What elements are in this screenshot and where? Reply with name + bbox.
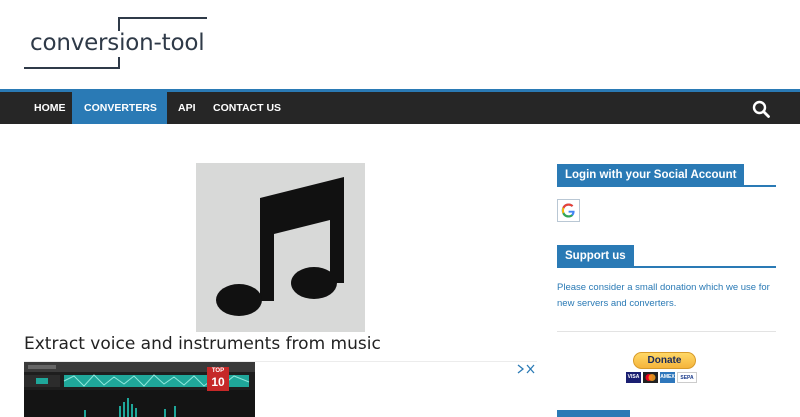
ad-banner[interactable]: TOP 10: [24, 361, 537, 417]
login-widget-underline: [557, 185, 776, 187]
mastercard-icon: [643, 372, 658, 383]
top10-badge: TOP 10: [207, 367, 229, 391]
nav-contact-us[interactable]: CONTACT US: [201, 92, 293, 124]
visa-card-icon: VISA: [626, 372, 641, 383]
ad-choices-icon[interactable]: [517, 364, 535, 374]
support-text: Please consider a small donation which w…: [557, 282, 770, 309]
support-widget-underline: [557, 266, 776, 268]
sepa-card-icon: SEPA: [677, 372, 697, 383]
chevron-down-icon: [89, 132, 99, 142]
site-logo[interactable]: conversion-tool: [24, 17, 208, 70]
google-icon: [561, 203, 575, 218]
badge-num: 10: [211, 375, 225, 389]
next-widget-title: [557, 410, 630, 417]
search-icon[interactable]: [752, 100, 770, 118]
music-note-icon: [216, 177, 344, 316]
music-note-image: [196, 163, 365, 332]
nav-home[interactable]: HOME: [22, 92, 78, 124]
login-widget-title: Login with your Social Account: [557, 164, 745, 186]
sidebar-divider: [557, 331, 776, 332]
mastercard-circles-icon: [645, 374, 656, 381]
payment-cards: VISA AMEX SEPA: [626, 372, 697, 383]
nav-converters-label: CONVERTERS: [84, 102, 157, 114]
badge-top: TOP: [211, 368, 225, 374]
amex-card-icon: AMEX: [660, 372, 675, 383]
donate-button[interactable]: Donate: [633, 352, 696, 369]
google-login-button[interactable]: [557, 199, 580, 222]
nav-converters[interactable]: CONVERTERS: [72, 92, 167, 142]
main-nav: HOME CONVERTERS API CONTACT US: [0, 92, 800, 142]
ad-image[interactable]: TOP 10: [24, 362, 255, 417]
logo-text: conversion-tool: [30, 30, 205, 56]
page-title: Extract voice and instruments from music: [24, 334, 381, 354]
support-widget-title: Support us: [557, 245, 634, 267]
